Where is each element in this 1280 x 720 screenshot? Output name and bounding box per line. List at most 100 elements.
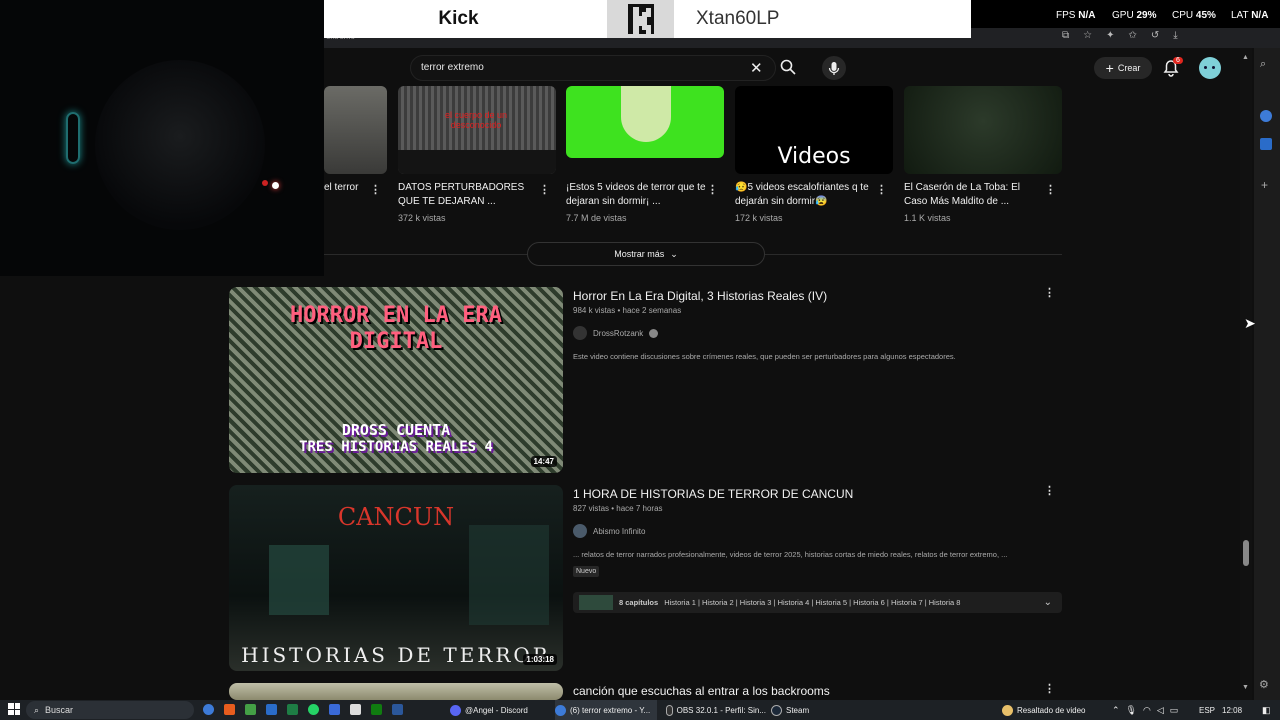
channel-name[interactable]: DrossRotzank — [593, 329, 643, 338]
edge-icon — [555, 704, 566, 716]
windows-start-icon[interactable] — [8, 703, 20, 715]
favorites-icon[interactable]: ✩ — [1129, 30, 1137, 42]
shelf-video-title[interactable]: 😥5 videos escalofriantes q te dejarán si… — [735, 181, 875, 209]
mic-icon — [828, 62, 840, 75]
taskbar-search[interactable]: ⌕ Buscar — [26, 701, 194, 719]
shelf-video-views: 7.7 M de vistas — [566, 213, 627, 223]
excel-icon[interactable] — [287, 704, 298, 715]
create-button[interactable]: + Crear — [1094, 57, 1152, 79]
microphone-icon[interactable]: 🎙 — [1126, 705, 1137, 716]
page-scrollbar[interactable]: ▲ ▼ — [1240, 48, 1252, 700]
store-icon[interactable] — [350, 704, 361, 715]
more-options-icon[interactable]: ⋮ — [539, 185, 550, 196]
taskbar-app-discord[interactable]: @Angel - Discord — [450, 700, 553, 720]
browser-sidebar: ⌕ + ⚙ — [1254, 48, 1280, 700]
video-title[interactable]: Horror En La Era Digital, 3 Historias Re… — [573, 289, 827, 303]
puzzle-icon[interactable]: ✦ — [1106, 30, 1114, 42]
taskbar-app-browser[interactable]: (6) terror extremo - Y... — [555, 700, 657, 720]
more-options-icon[interactable]: ⋮ — [1044, 288, 1055, 299]
outlook-icon[interactable] — [266, 704, 277, 715]
search-icon[interactable]: ⌕ — [1260, 58, 1266, 71]
webcam-overlay — [0, 0, 324, 276]
channel-link[interactable]: Abismo Infinito — [573, 524, 645, 538]
more-options-icon[interactable]: ⋮ — [876, 185, 887, 196]
shelf-thumbnail[interactable] — [566, 86, 724, 158]
led-light — [272, 182, 279, 189]
shelf-thumbnail[interactable]: el cuerpo de un desconocido — [398, 86, 556, 174]
shelf-video-views: 372 k vistas — [398, 213, 446, 223]
more-options-icon[interactable]: ⋮ — [370, 185, 381, 196]
more-options-icon[interactable]: ⋮ — [1044, 684, 1055, 695]
app-icon[interactable] — [329, 704, 340, 715]
shelf-video-title[interactable]: El Caserón de La Toba: El Caso Más Maldi… — [904, 181, 1044, 209]
add-icon[interactable]: + — [1261, 178, 1268, 192]
chevron-down-icon[interactable]: ⌄ — [1044, 597, 1052, 608]
clock[interactable]: 12:08 — [1222, 700, 1242, 720]
scroll-up-icon[interactable]: ▲ — [1242, 54, 1249, 61]
channel-avatar[interactable] — [573, 326, 587, 340]
taskbar-app-steam[interactable]: Steam — [771, 700, 821, 720]
search-input[interactable]: terror extremo — [421, 62, 484, 73]
battery-icon[interactable]: ▭ — [1170, 705, 1179, 716]
video-title[interactable]: 1 HORA DE HISTORIAS DE TERROR DE CANCUN — [573, 487, 853, 501]
video-thumbnail[interactable] — [229, 683, 563, 700]
thumbnail-title: HORROR EN LA ERA DIGITAL — [290, 303, 502, 354]
volume-icon[interactable]: ◁ — [1157, 705, 1164, 716]
channel-avatar[interactable] — [573, 524, 587, 538]
channel-link[interactable]: DrossRotzank — [573, 326, 659, 340]
game-icon[interactable] — [245, 704, 256, 715]
thumbnail-shade — [398, 150, 556, 174]
thumbnail-building — [469, 525, 549, 625]
discord-icon — [450, 704, 461, 716]
xbox-icon[interactable] — [371, 704, 382, 715]
shelf-video-title[interactable]: ¡Estos 5 videos de terror que te dejaran… — [566, 181, 706, 209]
avatar[interactable] — [1199, 57, 1221, 79]
search-icon: ⌕ — [34, 704, 40, 715]
show-more-label: Mostrar más — [614, 249, 665, 259]
whatsapp-icon[interactable] — [308, 704, 319, 715]
extension-icon[interactable]: ⧉ — [1062, 30, 1069, 42]
scroll-down-icon[interactable]: ▼ — [1242, 684, 1249, 691]
show-more-button[interactable]: Mostrar más ⌄ — [527, 242, 765, 266]
channel-name[interactable]: Abismo Infinito — [593, 527, 645, 536]
brave-icon[interactable] — [224, 704, 235, 715]
voice-search-button[interactable] — [822, 56, 846, 80]
video-thumbnail[interactable]: CANCUN HISTORIAS DE TERROR 1:03:18 — [229, 485, 563, 671]
shelf-thumbnail[interactable] — [904, 86, 1062, 174]
new-badge: Nuevo — [573, 566, 600, 577]
notifications-button[interactable]: 6 — [1163, 57, 1183, 82]
shelf-video-title[interactable]: DATOS PERTURBADORES QUE TE DEJARAN ... — [398, 181, 538, 209]
shelf-video-views: 172 k vistas — [735, 213, 783, 223]
more-options-icon[interactable]: ⋮ — [1045, 185, 1056, 196]
more-options-icon[interactable]: ⋮ — [707, 185, 718, 196]
more-options-icon[interactable]: ⋮ — [1044, 486, 1055, 497]
video-thumbnail[interactable]: HORROR EN LA ERA DIGITAL DROSS CUENTA TR… — [229, 287, 563, 473]
outlook-icon[interactable] — [1260, 138, 1272, 150]
bookmark-star-icon[interactable]: ☆ — [1083, 30, 1092, 42]
clear-search-icon[interactable]: ✕ — [750, 59, 763, 77]
taskbar-pinned-apps — [203, 704, 403, 715]
scrollbar-thumb[interactable] — [1243, 540, 1249, 566]
shelf-thumbnail[interactable] — [324, 86, 387, 174]
edge-icon[interactable] — [203, 704, 214, 715]
settings-icon[interactable]: ⚙ — [1259, 678, 1269, 691]
downloads-icon[interactable]: ⤓ — [1173, 30, 1177, 42]
shelf-video-title[interactable]: el terror — [324, 181, 364, 195]
wifi-icon[interactable]: ◠ — [1143, 705, 1151, 716]
chevron-up-icon[interactable]: ⌃ — [1112, 705, 1120, 716]
search-icon[interactable] — [780, 59, 796, 80]
copilot-icon[interactable] — [1260, 110, 1272, 122]
language-indicator[interactable]: ESP — [1199, 700, 1215, 720]
chapters-count: 8 capítulos — [619, 598, 659, 607]
taskbar-app-obs[interactable]: OBS 32.0.1 - Perfil: Sin... — [666, 700, 766, 720]
thumbnail-title: CANCUN — [337, 503, 455, 531]
video-title[interactable]: canción que escuchas al entrar a los bac… — [573, 684, 830, 698]
word-icon[interactable] — [392, 704, 403, 715]
history-icon[interactable]: ↺ — [1151, 30, 1159, 42]
notification-center-icon[interactable]: ◧ — [1262, 700, 1271, 720]
shelf-thumbnail[interactable]: Videos — [735, 86, 893, 174]
chapters-bar[interactable]: 8 capítulos Historia 1 | Historia 2 | Hi… — [573, 592, 1062, 613]
webcam-person — [95, 60, 265, 230]
thumbnail-subtitle: TRES HISTORIAS REALES 4 — [299, 439, 493, 455]
video-highlight-widget[interactable]: Resaltado de video — [1002, 700, 1086, 720]
